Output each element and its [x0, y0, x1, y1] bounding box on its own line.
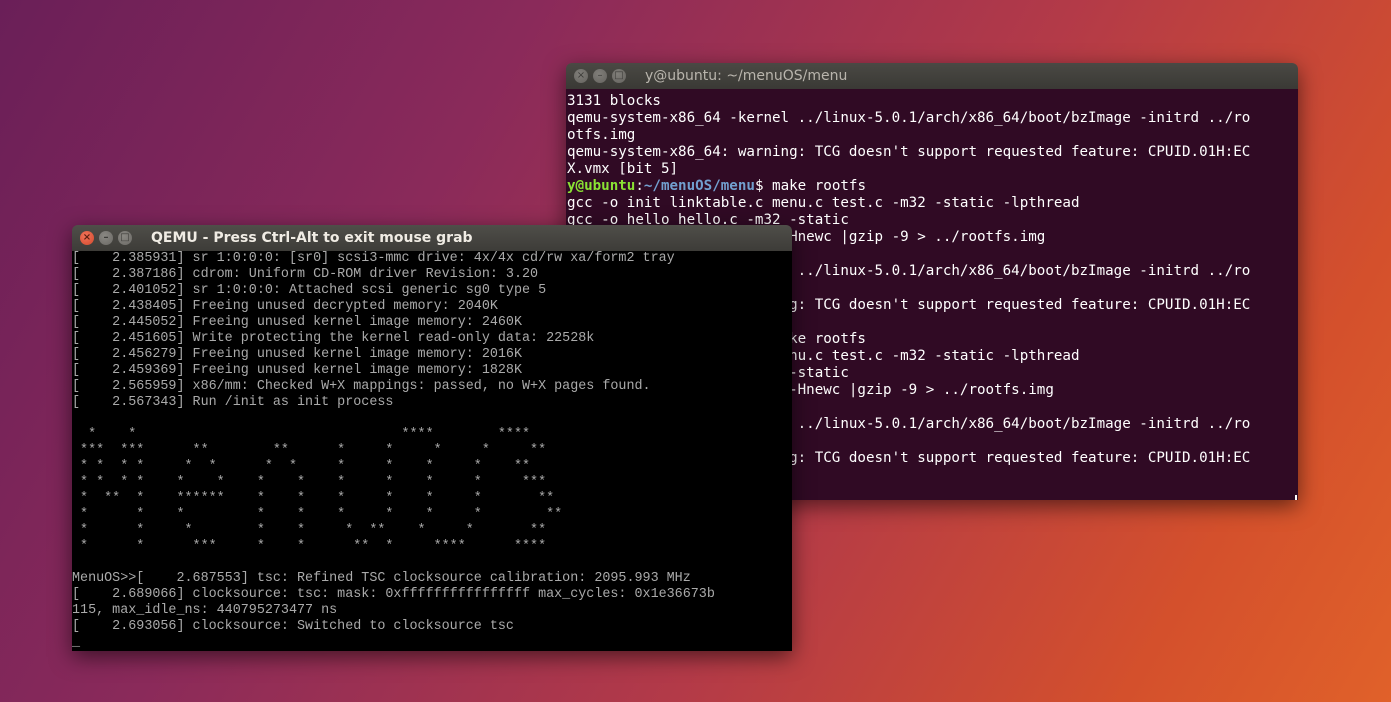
- console-line: [ 2.567343] Run /init as init process: [72, 395, 394, 410]
- console-line: [ 2.459369] Freeing unused kernel image …: [72, 363, 522, 378]
- terminal-line: X.vmx [bit 5]: [567, 161, 679, 177]
- console-line: MenuOS>>[ 2.687553] tsc: Refined TSC clo…: [72, 571, 691, 586]
- terminal-line: 3131 blocks: [567, 93, 661, 109]
- minimize-icon: –: [103, 232, 109, 243]
- minimize-button[interactable]: –: [593, 69, 607, 83]
- console-line: [ 2.438405] Freeing unused decrypted mem…: [72, 299, 498, 314]
- banner-line: * * **** ****: [72, 427, 531, 442]
- banner-line: * ** * ****** * * * * * * **: [72, 491, 555, 506]
- maximize-button[interactable]: □: [118, 231, 132, 245]
- minimize-button[interactable]: –: [99, 231, 113, 245]
- console-line: [ 2.445052] Freeing unused kernel image …: [72, 315, 522, 330]
- prompt-separator: :: [635, 178, 644, 194]
- close-button[interactable]: ×: [574, 69, 588, 83]
- console-line: [ 2.693056] clocksource: Switched to clo…: [72, 619, 514, 634]
- prompt-user: y@ubuntu: [567, 178, 636, 194]
- banner-line: * * * * * * * * * * * * **: [72, 459, 531, 474]
- minimize-icon: –: [597, 70, 603, 81]
- console-line: [ 2.401052] sr 1:0:0:0: Attached scsi ge…: [72, 283, 547, 298]
- console-line: [ 2.689066] clocksource: tsc: mask: 0xff…: [72, 587, 715, 602]
- terminal-line: qemu-system-x86_64 -kernel ../linux-5.0.…: [567, 110, 1251, 126]
- window-title: QEMU - Press Ctrl-Alt to exit mouse grab: [151, 230, 473, 246]
- banner-line: *** *** ** ** * * * * **: [72, 443, 547, 458]
- terminal-line: gcc -o init linktable.c menu.c test.c -m…: [567, 195, 1080, 211]
- maximize-icon: □: [614, 70, 624, 81]
- terminal-line: otfs.img: [567, 127, 636, 143]
- console-line: [ 2.456279] Freeing unused kernel image …: [72, 347, 522, 362]
- console-line: [ 2.385931] sr 1:0:0:0: [sr0] scsi3-mmc …: [72, 251, 675, 266]
- maximize-button[interactable]: □: [612, 69, 626, 83]
- close-button[interactable]: ×: [80, 231, 94, 245]
- banner-line: * * * * * * * * * **: [72, 507, 563, 522]
- banner-line: * * * * * * * * * * * * ***: [72, 475, 547, 490]
- console-line: [ 2.565959] x86/mm: Checked W+X mappings…: [72, 379, 651, 394]
- qemu-window[interactable]: × – □ QEMU - Press Ctrl-Alt to exit mous…: [72, 225, 792, 651]
- qemu-console[interactable]: [ 2.385931] sr 1:0:0:0: [sr0] scsi3-mmc …: [72, 251, 792, 651]
- banner-line: * * *** * * ** * **** ****: [72, 539, 547, 554]
- prompt-command: make rootfs: [763, 178, 866, 194]
- terminal-titlebar[interactable]: × – □ y@ubuntu: ~/menuOS/menu: [566, 63, 1298, 89]
- console-line: 115, max_idle_ns: 440795273477 ns: [72, 603, 338, 618]
- close-icon: ×: [82, 232, 92, 243]
- terminal-line: qemu-system-x86_64: warning: TCG doesn't…: [567, 144, 1251, 160]
- terminal-scrollbar[interactable]: [1295, 495, 1297, 500]
- close-icon: ×: [576, 70, 586, 81]
- prompt-path: ~/menuOS/menu: [643, 178, 755, 194]
- console-line: [ 2.451605] Write protecting the kernel …: [72, 331, 595, 346]
- prompt-line: y@ubuntu:~/menuOS/menu$ make rootfs: [567, 178, 1298, 195]
- qemu-titlebar[interactable]: × – □ QEMU - Press Ctrl-Alt to exit mous…: [72, 225, 792, 251]
- console-cursor: _: [72, 635, 81, 650]
- console-line: [ 2.387186] cdrom: Uniform CD-ROM driver…: [72, 267, 539, 282]
- banner-line: * * * * * * ** * * **: [72, 523, 547, 538]
- maximize-icon: □: [120, 232, 130, 243]
- window-title: y@ubuntu: ~/menuOS/menu: [645, 68, 848, 84]
